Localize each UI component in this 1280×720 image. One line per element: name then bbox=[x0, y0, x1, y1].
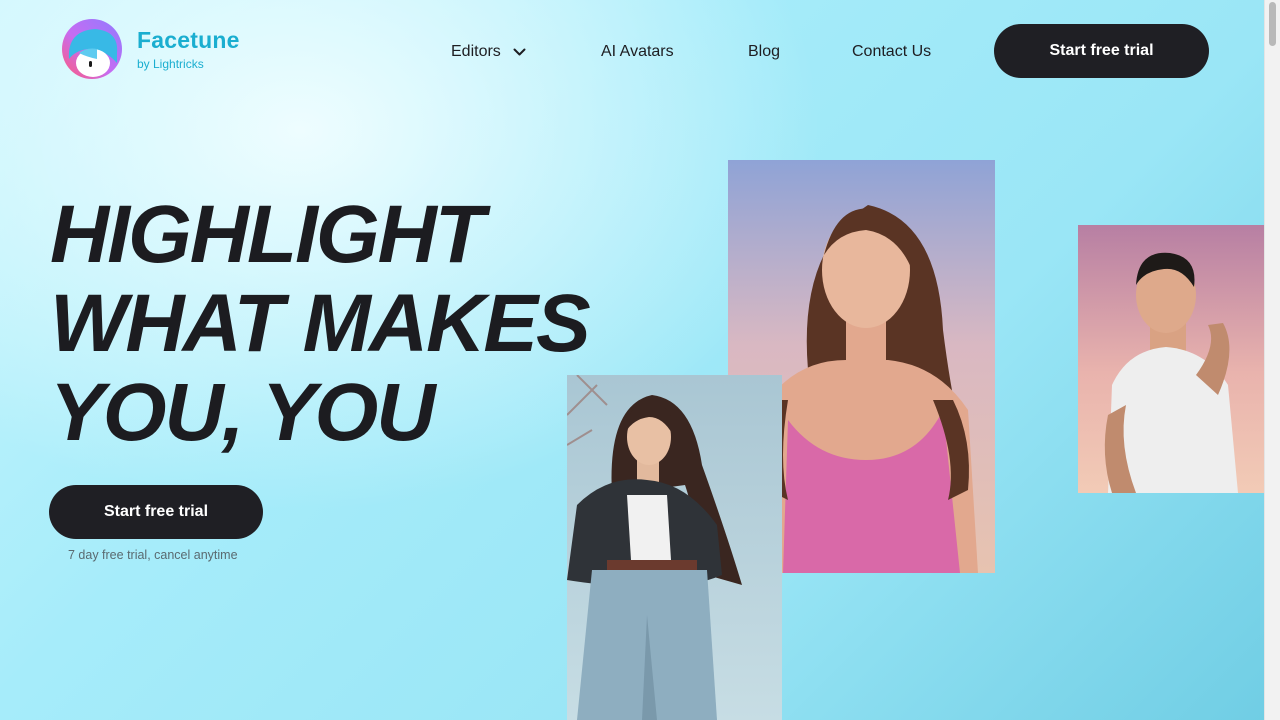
photo-man-white-tee bbox=[1078, 225, 1265, 493]
header-start-trial-button[interactable]: Start free trial bbox=[994, 24, 1209, 78]
chevron-down-icon bbox=[513, 48, 526, 56]
nav-contact-us[interactable]: Contact Us bbox=[852, 40, 931, 64]
brand-name: Facetune bbox=[137, 26, 240, 53]
nav-editors[interactable]: Editors bbox=[451, 40, 526, 64]
hero-title-line-1: HIGHLIGHT bbox=[50, 189, 485, 280]
hero-title: HIGHLIGHT WHAT MAKES YOU, YOU bbox=[50, 190, 650, 457]
nav-editors-label: Editors bbox=[451, 43, 501, 60]
photo-woman-leather-jacket bbox=[567, 375, 782, 720]
nav-contact-us-label: Contact Us bbox=[852, 43, 932, 60]
hero-title-line-3: YOU, YOU bbox=[50, 367, 435, 458]
hero-title-line-2: WHAT MAKES bbox=[50, 278, 591, 369]
nav-blog-label: Blog bbox=[748, 43, 781, 60]
nav-ai-avatars-label: AI Avatars bbox=[601, 43, 674, 60]
facetune-logo-icon bbox=[57, 19, 127, 79]
trial-note: 7 day free trial, cancel anytime bbox=[68, 548, 238, 562]
brand-subtitle: by Lightricks bbox=[137, 56, 204, 71]
nav-blog[interactable]: Blog bbox=[748, 40, 780, 64]
facetune-logo[interactable]: Facetune by Lightricks bbox=[57, 18, 247, 80]
scrollbar-thumb[interactable] bbox=[1269, 2, 1276, 46]
nav-ai-avatars[interactable]: AI Avatars bbox=[601, 40, 674, 64]
page-scrollbar[interactable] bbox=[1264, 0, 1280, 720]
hero-start-trial-button[interactable]: Start free trial bbox=[49, 485, 263, 539]
